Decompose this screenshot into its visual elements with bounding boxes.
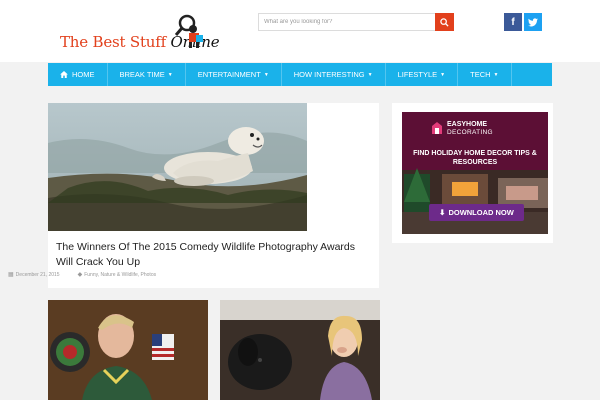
search-icon (440, 17, 449, 27)
post-image-man (48, 300, 208, 400)
nav-item-how-interesting[interactable]: HOW INTERESTING ▼ (282, 63, 386, 86)
featured-post-card: The Winners Of The 2015 Comedy Wildlife … (48, 103, 379, 288)
ad-brand: EASYHOME DECORATING (439, 121, 493, 137)
ad-download-button[interactable]: ⬇ DOWNLOAD NOW (429, 204, 524, 221)
ad-brand-line2: DECORATING (447, 129, 493, 136)
featured-post-image[interactable] (48, 103, 307, 231)
nav-item-lifestyle[interactable]: LIFESTYLE ▼ (386, 63, 459, 86)
caret-down-icon: ▼ (263, 71, 269, 78)
main-nav: HOME BREAK TIME ▼ ENTERTAINMENT ▼ HOW INTE… (48, 63, 552, 86)
seal-photo (48, 103, 307, 231)
logo-text: The Best Stuff (60, 33, 171, 51)
search-box (258, 13, 454, 31)
nav-item-label: LIFESTYLE (397, 70, 438, 79)
post-meta: ▦ December 21, 2015 ◆ Funny, Nature & Wi… (8, 271, 156, 279)
caret-down-icon: ▼ (440, 71, 446, 78)
nav-item-tech[interactable]: TECH ▼ (458, 63, 512, 86)
nav-item-label: TECH (470, 70, 491, 79)
post-card-thumbnail[interactable] (220, 300, 380, 400)
ad-cta-label: DOWNLOAD NOW (448, 208, 514, 217)
ad-brand-line1: EASYHOME (447, 121, 488, 128)
site-logo[interactable]: The Best Stuff Online (60, 13, 220, 53)
nav-item-label: HOME (72, 70, 95, 79)
search-input[interactable] (259, 14, 435, 30)
tag-icon: ◆ (77, 272, 83, 278)
download-icon: ⬇ (439, 208, 446, 217)
site-header: The Best Stuff Online f (0, 0, 600, 62)
caret-down-icon: ▼ (493, 71, 499, 78)
post-image-girl-dog (220, 300, 380, 400)
calendar-icon: ▦ (8, 272, 14, 278)
advertisement[interactable]: EASYHOME DECORATING FIND HOLIDAY HOME DE… (402, 112, 548, 234)
sidebar-widget: EASYHOME DECORATING FIND HOLIDAY HOME DE… (392, 103, 553, 243)
nav-item-label: ENTERTAINMENT (197, 70, 261, 79)
home-icon (60, 71, 68, 78)
caret-down-icon: ▼ (367, 71, 373, 78)
logo-mascot-icon (174, 14, 203, 48)
featured-post-title[interactable]: The Winners Of The 2015 Comedy Wildlife … (56, 240, 374, 270)
search-button[interactable] (435, 13, 454, 31)
facebook-button[interactable]: f (504, 13, 522, 31)
nav-item-home[interactable]: HOME (48, 63, 108, 86)
facebook-icon: f (511, 16, 515, 28)
caret-down-icon: ▼ (167, 71, 173, 78)
nav-item-break-time[interactable]: BREAK TIME ▼ (108, 63, 186, 86)
post-date: December 21, 2015 (15, 271, 60, 278)
post-card-thumbnail[interactable] (48, 300, 208, 400)
twitter-icon (528, 17, 538, 26)
twitter-button[interactable] (524, 13, 542, 31)
nav-item-label: HOW INTERESTING (293, 70, 365, 79)
post-categories[interactable]: Funny, Nature & Wildlife, Photos (84, 272, 156, 278)
ad-headline: FIND HOLIDAY HOME DECOR TIPS & RESOURCES (413, 150, 537, 166)
nav-item-entertainment[interactable]: ENTERTAINMENT ▼ (186, 63, 282, 86)
nav-item-label: BREAK TIME (119, 70, 165, 79)
